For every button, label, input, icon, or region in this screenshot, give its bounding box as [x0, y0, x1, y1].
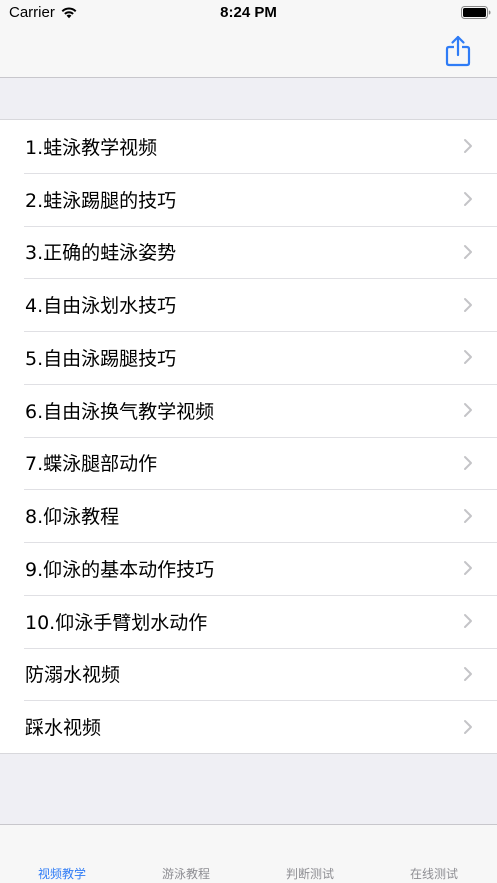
chevron-right-icon: [464, 719, 472, 734]
list-item[interactable]: 1.蛙泳教学视频: [0, 120, 497, 173]
list-item-label: 10.仰泳手臂划水动作: [25, 611, 208, 634]
list-item[interactable]: 2.蛙泳踢腿的技巧: [0, 172, 497, 226]
chevron-right-icon: [464, 297, 472, 312]
lesson-list: 1.蛙泳教学视频 2.蛙泳踢腿的技巧 3.正确的蛙泳姿势 4.自由泳划水技巧 5…: [0, 119, 497, 754]
chevron-right-icon: [464, 244, 472, 259]
tab-swimming-tutorial[interactable]: 游泳教程: [124, 865, 248, 882]
navigation-bar: [0, 26, 497, 78]
list-item[interactable]: 踩水视频: [0, 700, 497, 753]
list-item[interactable]: 5.自由泳踢腿技巧: [0, 331, 497, 384]
list-item-label: 2.蛙泳踢腿的技巧: [25, 189, 177, 212]
list-item[interactable]: 8.仰泳教程: [0, 489, 497, 542]
share-icon: [445, 35, 471, 67]
clock: 8:24 PM: [220, 4, 277, 21]
chevron-right-icon: [464, 455, 472, 470]
list-item-label: 9.仰泳的基本动作技巧: [25, 558, 215, 581]
battery-full-icon: [461, 6, 491, 19]
list-item-label: 防溺水视频: [25, 664, 121, 687]
chevron-right-icon: [464, 614, 472, 629]
list-item-label: 4.自由泳划水技巧: [25, 295, 177, 318]
list-item-label: 1.蛙泳教学视频: [25, 136, 158, 159]
list-item-label: 3.正确的蛙泳姿势: [25, 242, 177, 265]
list-item[interactable]: 6.自由泳换气教学视频: [0, 383, 497, 437]
list-item-label: 8.仰泳教程: [25, 506, 120, 529]
list-item-label: 5.自由泳踢腿技巧: [25, 347, 177, 370]
list-item[interactable]: 防溺水视频: [0, 647, 497, 701]
tab-online-test[interactable]: 在线测试: [372, 865, 496, 882]
chevron-right-icon: [464, 666, 472, 681]
chevron-right-icon: [464, 403, 472, 418]
list-item[interactable]: 10.仰泳手臂划水动作: [0, 594, 497, 648]
list-item[interactable]: 3.正确的蛙泳姿势: [0, 225, 497, 279]
list-item-label: 6.自由泳换气教学视频: [25, 400, 215, 423]
list-item-label: 踩水视频: [25, 717, 102, 740]
chevron-right-icon: [464, 192, 472, 207]
chevron-right-icon: [464, 561, 472, 576]
list-item[interactable]: 4.自由泳划水技巧: [0, 278, 497, 331]
list-item-label: 7.蝶泳腿部动作: [25, 453, 158, 476]
tab-bar: 视频教学 游泳教程 判断测试 在线测试: [0, 824, 497, 883]
chevron-right-icon: [464, 350, 472, 365]
status-bar: Carrier 8:24 PM: [0, 0, 497, 26]
share-button[interactable]: [442, 34, 474, 68]
list-item[interactable]: 7.蝶泳腿部动作: [0, 436, 497, 490]
tab-video-lessons[interactable]: 视频教学: [0, 865, 124, 882]
app-screen: Carrier 8:24 PM 1.蛙泳教学视频 2.蛙泳踢腿的技巧 3.正确的…: [0, 0, 497, 883]
chevron-right-icon: [464, 139, 472, 154]
list-item[interactable]: 9.仰泳的基本动作技巧: [0, 542, 497, 595]
chevron-right-icon: [464, 508, 472, 523]
tab-true-false-test[interactable]: 判断测试: [248, 865, 372, 882]
